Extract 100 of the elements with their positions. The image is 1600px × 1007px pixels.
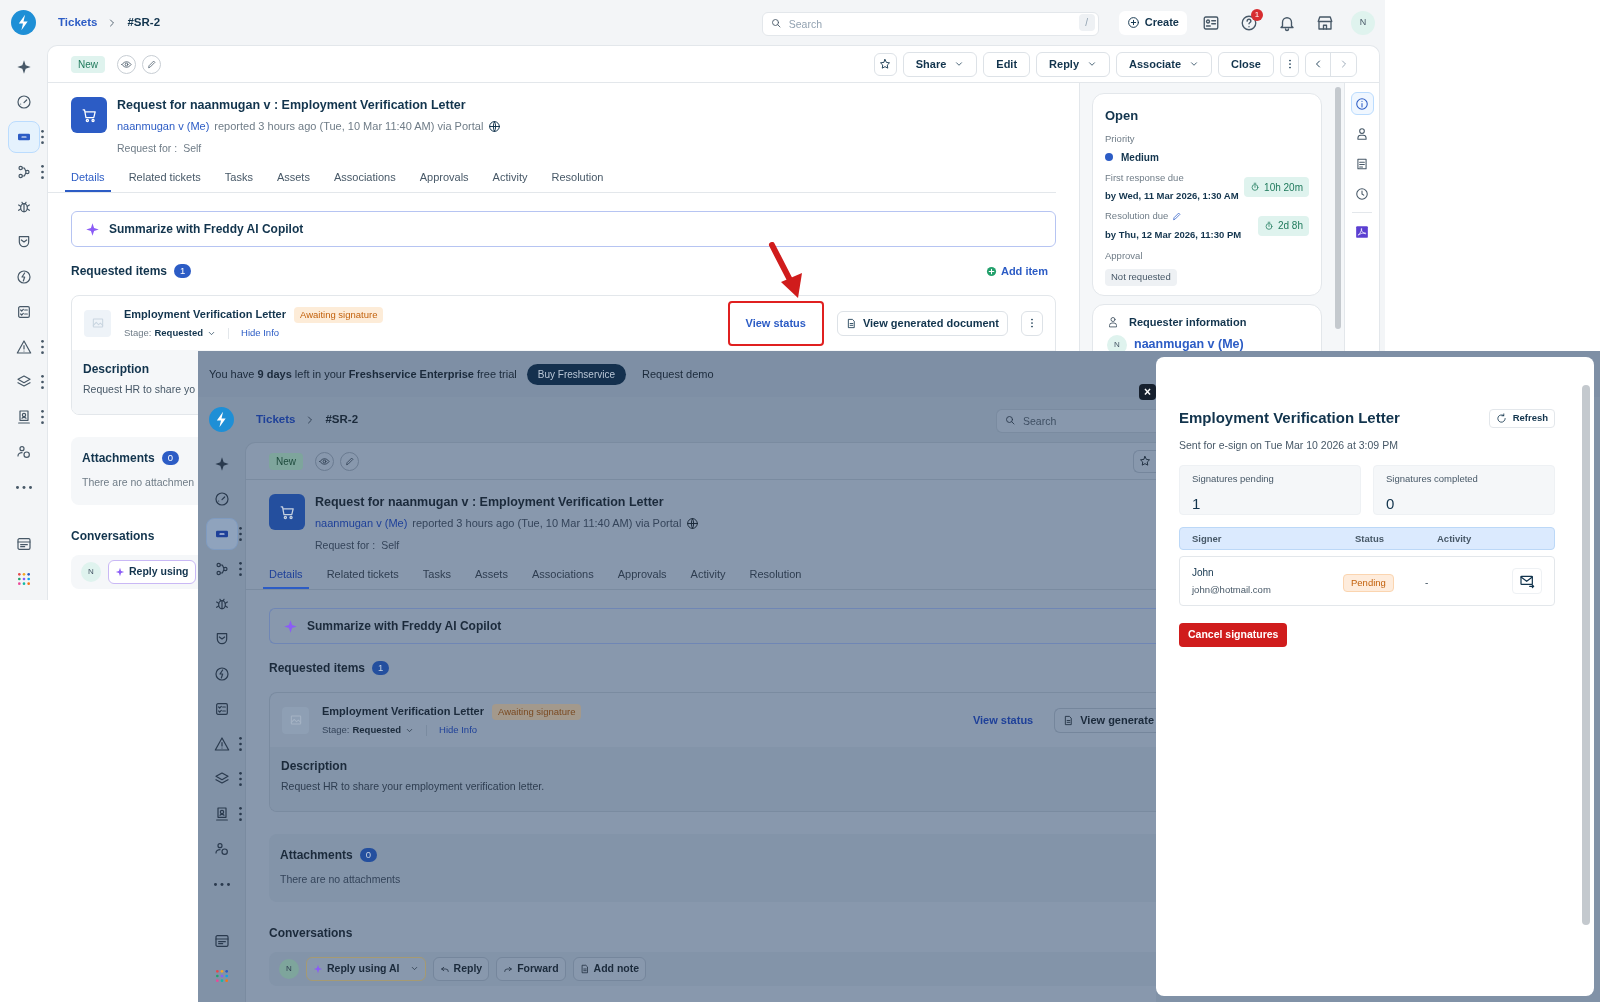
tab[interactable]: Related tickets xyxy=(320,560,405,590)
reply-action-button[interactable]: Reply xyxy=(432,956,490,981)
field-value: Self xyxy=(183,140,202,156)
reply-action-button[interactable]: Reply using xyxy=(108,559,196,584)
tab[interactable]: Approvals xyxy=(611,560,673,590)
bolt-icon xyxy=(15,269,32,285)
favorite-button[interactable] xyxy=(1133,449,1156,473)
menu-dots-icon[interactable] xyxy=(41,410,44,424)
count-badge: 0 xyxy=(359,848,377,862)
tab[interactable]: Approvals xyxy=(413,163,475,193)
requester-link[interactable]: naanmugan v (Me) xyxy=(1134,335,1244,354)
signer-email: john@hotmail.com xyxy=(1192,583,1272,598)
menu-dots-icon[interactable] xyxy=(41,130,44,144)
reply-action-button[interactable]: Add note xyxy=(572,956,647,981)
tab[interactable]: Assets xyxy=(270,163,316,193)
plus-icon xyxy=(985,265,997,277)
person-icon xyxy=(1107,316,1119,329)
section-title: Attachments xyxy=(82,450,155,467)
clock-icon xyxy=(1355,186,1369,201)
status-badge: Awaiting signature xyxy=(492,703,582,720)
create-button[interactable]: Create xyxy=(1118,10,1187,35)
apps-icon xyxy=(15,571,32,587)
cart-icon xyxy=(80,106,98,124)
reply-action-button[interactable]: Forward xyxy=(496,956,566,981)
close-button[interactable]: × xyxy=(1139,384,1156,400)
panel-icon xyxy=(15,536,32,552)
requester-link[interactable]: naanmugan v (Me) xyxy=(117,118,210,135)
menu-dots-icon[interactable] xyxy=(239,737,242,751)
copilot-button[interactable]: Summarize with Freddy AI Copilot xyxy=(71,211,1056,248)
tab[interactable]: Tasks xyxy=(218,163,259,193)
tab[interactable]: Activity xyxy=(684,560,732,590)
status-badge: Awaiting signature xyxy=(294,306,384,323)
menu-dots-icon[interactable] xyxy=(239,562,242,576)
eye-icon xyxy=(121,58,132,70)
nav-button[interactable] xyxy=(205,518,238,550)
tab[interactable]: Related tickets xyxy=(122,163,207,193)
tab[interactable]: Associations xyxy=(327,163,402,193)
buy-button[interactable]: Buy Freshservice xyxy=(526,363,627,385)
toolbar-button[interactable]: Edit xyxy=(983,51,1031,77)
menu-dots-icon[interactable] xyxy=(239,772,242,786)
toolbar-button[interactable]: Close xyxy=(1218,51,1274,77)
requester-link[interactable]: naanmugan v (Me) xyxy=(315,515,408,532)
add-item-link[interactable]: Add item xyxy=(985,263,1048,280)
bug-icon xyxy=(213,596,230,612)
gauge-icon xyxy=(15,94,32,110)
stage-dropdown[interactable]: Requested xyxy=(352,722,415,738)
menu-dots-icon[interactable] xyxy=(41,165,44,179)
tab[interactable]: Resolution xyxy=(545,163,610,193)
scrollbar[interactable] xyxy=(1335,87,1341,329)
view-document-button[interactable]: View generate xyxy=(1054,707,1156,733)
toolbar-button[interactable]: Share xyxy=(902,51,978,77)
stage-dropdown[interactable]: Requested xyxy=(154,325,217,341)
tab[interactable]: Assets xyxy=(468,560,514,590)
resend-button[interactable] xyxy=(1512,568,1542,595)
timer-icon xyxy=(1250,182,1261,192)
search-field[interactable]: Search xyxy=(996,408,1156,433)
caret-icon xyxy=(1189,59,1200,69)
scrollbar[interactable] xyxy=(1582,385,1590,925)
toolbar-button[interactable]: Associate xyxy=(1116,51,1213,77)
logo-icon[interactable] xyxy=(209,407,234,432)
user-avatar[interactable]: N xyxy=(1351,10,1375,35)
more-icon xyxy=(15,485,32,489)
ticket-id: #SR-2 xyxy=(127,14,161,30)
notes-icon xyxy=(1355,156,1369,171)
due-date: by Wed, 11 Mar 2026, 1:30 AM xyxy=(1105,189,1239,203)
cart-icon xyxy=(278,503,296,521)
reply-action-button[interactable]: Reply using AI xyxy=(306,956,426,981)
pencil-icon[interactable] xyxy=(1172,211,1183,222)
tab[interactable]: Tasks xyxy=(416,560,457,590)
request-demo-link[interactable]: Request demo xyxy=(642,365,714,383)
tab[interactable]: Details xyxy=(263,560,309,590)
ticket-title: Request for naanmugan v : Employment Verification Letter xyxy=(315,494,665,510)
refresh-button[interactable]: Refresh xyxy=(1488,408,1555,428)
menu-dots-icon[interactable] xyxy=(41,375,44,389)
hide-info-link[interactable]: Hide Info xyxy=(439,722,478,738)
menu-dots-icon[interactable] xyxy=(239,807,242,821)
cancel-signatures-button[interactable]: Cancel signatures xyxy=(1179,623,1288,648)
copilot-button[interactable]: Summarize with Freddy AI Copilot xyxy=(269,608,1156,645)
logo-icon[interactable] xyxy=(11,10,36,35)
view-document-button[interactable]: View generated document xyxy=(836,310,1008,336)
help-button[interactable]: 1 xyxy=(1235,8,1263,37)
ticket-title: Request for naanmugan v : Employment Verification Letter xyxy=(117,97,467,113)
menu-dots-icon[interactable] xyxy=(239,527,242,541)
tab[interactable]: Resolution xyxy=(743,560,808,590)
globe-icon xyxy=(488,119,502,133)
section-title: Attachments xyxy=(280,847,353,864)
rail-button[interactable] xyxy=(1350,92,1374,115)
toolbar-button[interactable]: Reply xyxy=(1036,51,1111,77)
view-status-button[interactable]: View status xyxy=(964,707,1042,733)
tab[interactable]: Activity xyxy=(486,163,534,193)
network-icon xyxy=(15,164,32,180)
view-status-button[interactable]: View status xyxy=(727,300,824,346)
timer-badge: 10h 20m xyxy=(1244,177,1309,197)
tab[interactable]: Associations xyxy=(525,560,600,590)
note-icon xyxy=(579,963,590,974)
eye-icon xyxy=(319,455,330,467)
breadcrumb-link[interactable]: Tickets xyxy=(58,13,98,32)
menu-dots-icon[interactable] xyxy=(41,340,44,354)
hide-info-link[interactable]: Hide Info xyxy=(241,325,280,341)
tab[interactable]: Details xyxy=(65,163,111,193)
